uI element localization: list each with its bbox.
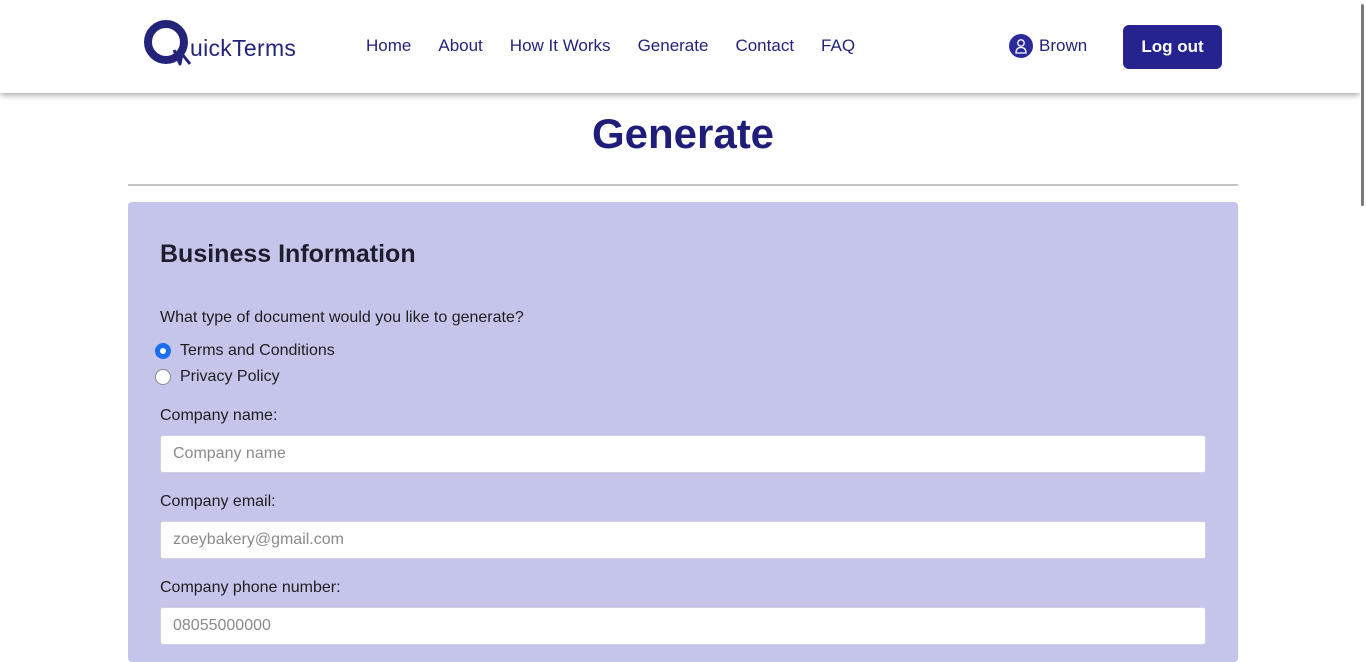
user-icon (1009, 34, 1033, 58)
radio-label: Terms and Conditions (180, 342, 335, 359)
section-title: Business Information (160, 240, 416, 268)
page-title: Generate (591, 110, 775, 157)
q-logo-icon (144, 20, 192, 66)
business-info-form: Business Information What type of docume… (128, 202, 1238, 662)
company-name-label: Company name: (160, 407, 278, 424)
logout-button[interactable]: Log out (1123, 25, 1222, 69)
nav-link-home[interactable]: Home (366, 36, 411, 56)
company-phone-label: Company phone number: (160, 579, 341, 596)
company-email-label: Company email: (160, 493, 276, 510)
document-type-question: What type of document would you like to … (160, 309, 524, 326)
scrollbar-thumb[interactable] (1361, 4, 1364, 206)
radio-terms-and-conditions[interactable]: Terms and Conditions (155, 342, 335, 360)
nav-link-how-it-works[interactable]: How It Works (510, 36, 611, 56)
user-name: Brown (1039, 36, 1088, 55)
nav-link-faq[interactable]: FAQ (821, 36, 855, 56)
radio-button[interactable] (155, 369, 171, 385)
logo-text: uickTerms (190, 35, 297, 61)
nav-link-contact[interactable]: Contact (735, 36, 794, 56)
company-phone-input[interactable] (160, 607, 1206, 645)
nav-link-about[interactable]: About (438, 36, 482, 56)
logo[interactable]: uickTerms (144, 20, 296, 68)
company-name-input[interactable] (160, 435, 1206, 473)
nav-link-generate[interactable]: Generate (638, 36, 709, 56)
radio-privacy-policy[interactable]: Privacy Policy (155, 368, 280, 386)
user-profile[interactable]: Brown (1009, 34, 1087, 58)
scrollbar[interactable] (1360, 0, 1366, 635)
nav-links: Home About How It Works Generate Contact… (366, 36, 882, 56)
radio-label: Privacy Policy (180, 368, 280, 385)
company-email-input[interactable] (160, 521, 1206, 559)
divider (128, 184, 1238, 186)
navbar: uickTerms Home About How It Works Genera… (0, 0, 1360, 93)
radio-button-selected[interactable] (155, 343, 171, 359)
